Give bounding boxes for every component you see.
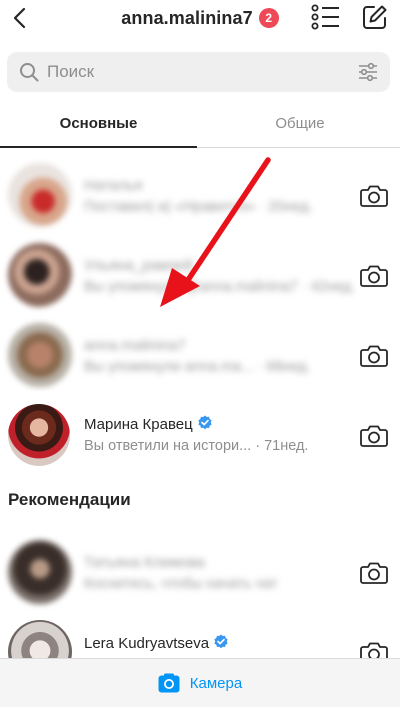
thread-row[interactable]: Наталья Поставил(-а) «Нравится» · 20нед. <box>0 155 400 235</box>
camera-icon[interactable] <box>360 423 388 447</box>
thread-name: Ульяна_рамзей <box>84 257 193 274</box>
search-icon <box>19 62 39 82</box>
tab-main[interactable]: Основные <box>0 100 197 146</box>
camera-icon[interactable] <box>360 183 388 207</box>
thread-row[interactable]: Ульяна_рамзей Вы упомянули @anna.malinin… <box>0 235 400 315</box>
recommendation-row[interactable]: Татьяна Климова Коснитесь, чтобы начать … <box>0 532 400 612</box>
camera-icon[interactable] <box>360 343 388 367</box>
search-input[interactable] <box>47 62 337 82</box>
list-button[interactable] <box>310 2 342 32</box>
filter-icon[interactable] <box>358 62 378 82</box>
tab-general[interactable]: Общие <box>200 100 400 146</box>
thread-row[interactable]: anna.malinina7 Вы упомянули anna.ma... ·… <box>0 315 400 395</box>
avatar <box>8 404 70 466</box>
active-tab-indicator <box>0 146 197 148</box>
thread-subtitle: Вы упомянули anna.ma... · 68нед. <box>84 359 311 375</box>
camera-icon[interactable] <box>360 560 388 584</box>
thread-row-marina[interactable]: Марина Кравец Вы ответили на истори... ·… <box>0 395 400 475</box>
recommendation-name-text: Lera Kudryavtseva <box>84 635 210 652</box>
verified-badge-icon <box>198 415 212 430</box>
header: anna.malinina7 2 <box>0 0 400 40</box>
thread-subtitle: Вы ответили на истори... · 71нед. <box>84 438 308 454</box>
avatar <box>8 540 72 604</box>
verified-badge-icon <box>214 634 228 649</box>
bottom-bar: Камера <box>0 658 400 707</box>
list-icon <box>311 4 339 30</box>
camera-icon[interactable] <box>360 263 388 287</box>
recommendation-name: Татьяна Климова <box>84 554 205 571</box>
thread-subtitle-text: Вы ответили на истори... <box>84 438 252 454</box>
camera-button[interactable]: Камера <box>158 673 242 693</box>
thread-name: Наталья <box>84 177 143 194</box>
thread-subtitle: Поставил(-а) «Нравится» · 20нед. <box>84 199 313 215</box>
account-title[interactable]: anna.malinina7 <box>121 8 252 29</box>
avatar <box>8 243 72 307</box>
recommendation-subtitle: Коснитесь, чтобы начать чат <box>84 576 278 592</box>
thread-name-text: Марина Кравец <box>84 416 193 433</box>
tabs: Основные Общие <box>0 100 400 148</box>
compose-button[interactable] <box>360 2 390 32</box>
recommendation-name: Lera Kudryavtseva <box>84 634 229 652</box>
avatar <box>8 323 72 387</box>
camera-label: Камера <box>189 674 243 692</box>
compose-icon <box>363 5 387 29</box>
thread-name: Марина Кравец <box>84 415 213 433</box>
thread-name: anna.malinina7 <box>84 337 186 354</box>
notification-badge: 2 <box>258 8 279 28</box>
avatar <box>8 163 72 227</box>
search-bar[interactable] <box>7 52 390 92</box>
camera-icon <box>158 673 180 693</box>
recommendations-title: Рекомендации <box>8 490 131 509</box>
thread-time: · 71нед. <box>255 438 309 454</box>
thread-subtitle: Вы упомянули @anna.malinina7 · 42нед. <box>84 279 355 295</box>
